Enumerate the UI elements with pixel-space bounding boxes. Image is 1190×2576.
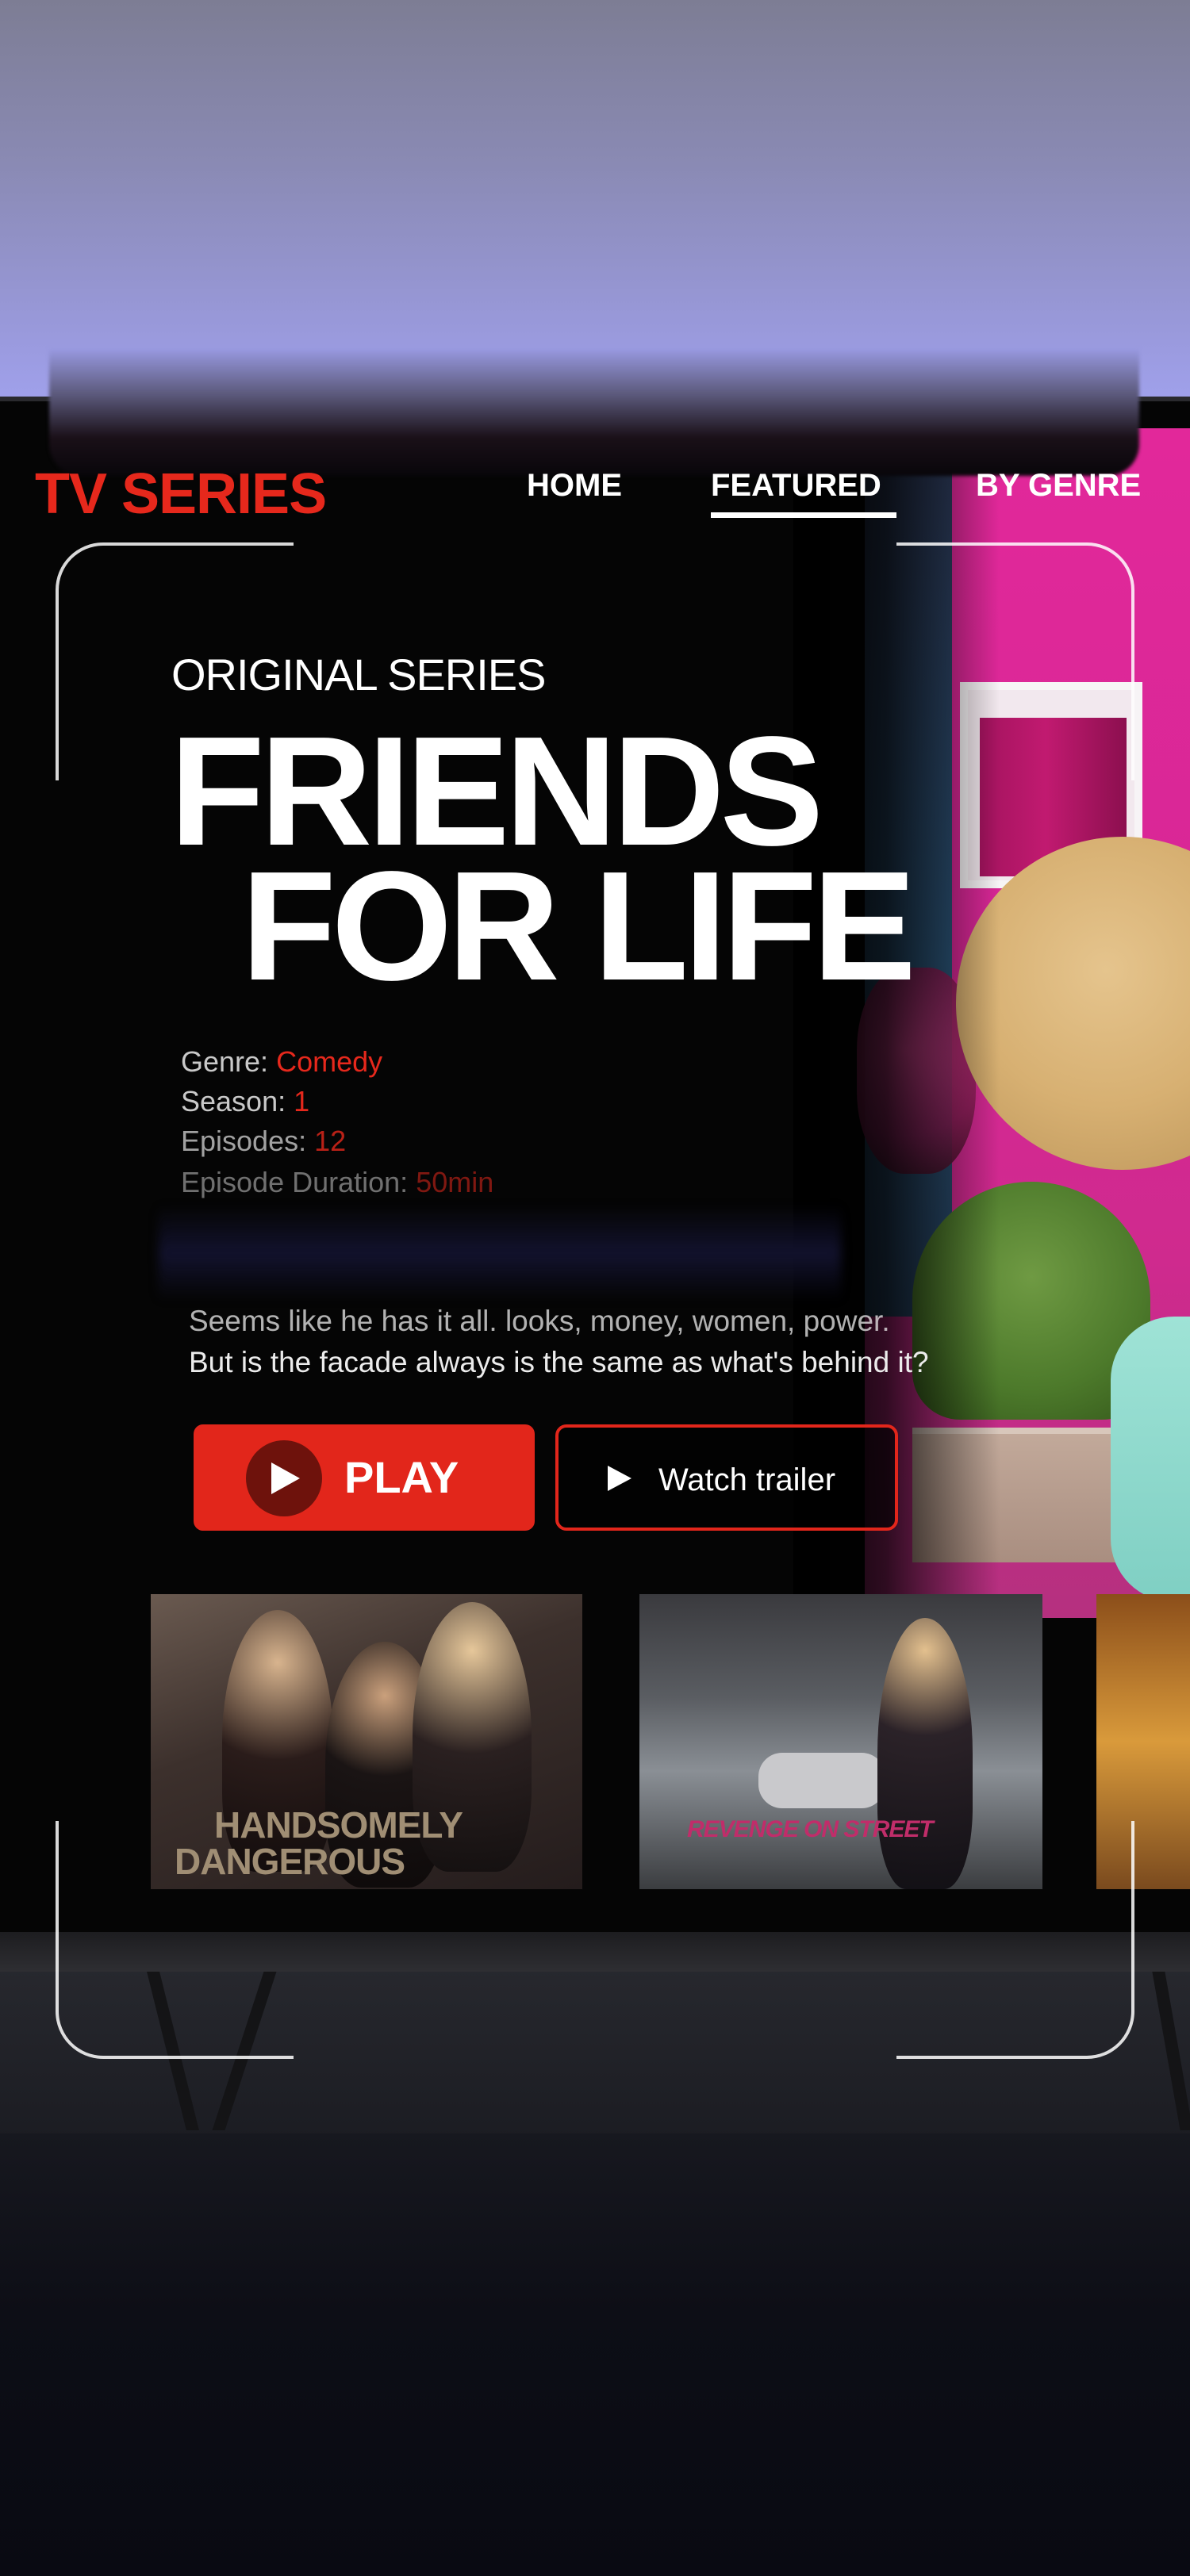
meta-value: 12 [314,1125,347,1157]
meta-episode-duration: Episode Duration: 50min [181,1166,493,1199]
description-line: Seems like he has it all. looks, money, … [189,1305,890,1337]
top-blur-overlay [49,349,1139,476]
play-triangle-icon [271,1462,300,1494]
brand-logo[interactable]: TV SERIES [35,462,327,527]
media-cabinet [0,2133,1190,2576]
meta-genre: Genre: Comedy [181,1045,382,1079]
watch-trailer-label: Watch trailer [658,1462,836,1497]
description-line: But is the facade always is the same as … [189,1346,929,1378]
nav-active-indicator [711,512,896,518]
meta-label: Episode Duration: [181,1166,409,1198]
meta-episodes: Episodes: 12 [181,1125,346,1158]
viewfinder-corner-bottom-left [56,1821,294,2059]
nav-item-home[interactable]: HOME [527,468,622,504]
viewfinder-corner-top-left [56,542,294,780]
nav-item-featured[interactable]: FEATURED [711,468,881,504]
meta-value: Comedy [276,1045,383,1078]
series-description: Seems like he has it all. looks, money, … [189,1301,1101,1383]
meta-label: Genre: [181,1045,269,1078]
viewfinder-corner-bottom-right [896,1821,1134,2059]
meta-season: Season: 1 [181,1085,309,1118]
meta-value: 50min [416,1166,494,1198]
play-button-label: PLAY [344,1452,459,1502]
series-title-line2: FOR LIFE [241,839,916,1013]
play-button[interactable]: PLAY [194,1424,535,1531]
meta-label: Season: [181,1085,286,1117]
watch-trailer-button[interactable]: Watch trailer [555,1424,898,1531]
nav-item-by-genre[interactable]: BY GENRE [976,468,1141,504]
blur-artifact [159,1206,841,1301]
play-triangle-icon [608,1466,631,1491]
thumbnail-car [758,1753,885,1808]
meta-label: Episodes: [181,1125,307,1157]
meta-value: 1 [294,1085,310,1117]
hero-backdrop-person [1111,1317,1190,1602]
camera-view: TV SERIES HOME FEATURED BY GENRE ORIGINA… [0,0,1190,2576]
play-circle-icon [246,1440,322,1516]
viewfinder-corner-top-right [896,542,1134,780]
